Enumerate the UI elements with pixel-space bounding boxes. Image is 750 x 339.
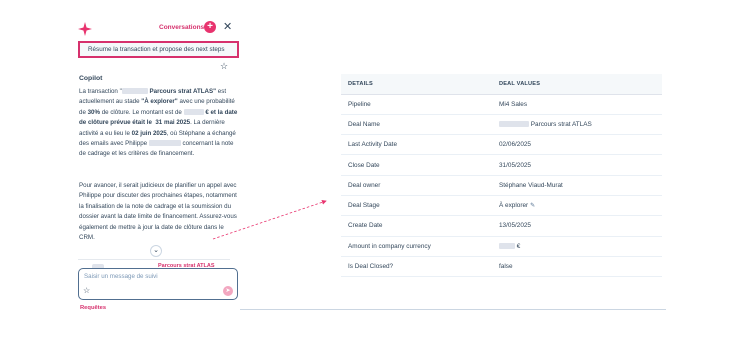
field-value: 13/05/2025 (492, 215, 662, 237)
field-label: Deal Name (341, 114, 492, 136)
field-label: Is Deal Closed? (341, 256, 492, 278)
copilot-next-steps-paragraph: Pour avancer, il serait judicieux de pla… (79, 182, 237, 242)
field-value: false (492, 256, 662, 278)
follow-up-input[interactable]: Saisir un message de suivi ☆ ➤ (78, 268, 238, 300)
send-icon[interactable]: ➤ (223, 286, 233, 296)
field-value: À explorer ✎ (492, 195, 662, 217)
column-header-deal-values: DEAL VALUES (492, 74, 662, 95)
new-conversation-button[interactable]: + (204, 21, 216, 33)
follow-up-placeholder: Saisir un message de suivi (84, 273, 158, 280)
table-row: Amount in company currency € (341, 236, 662, 257)
redacted-text (121, 88, 148, 95)
field-value: 02/06/2025 (492, 134, 662, 156)
field-label: Create Date (341, 215, 492, 237)
deal-name-value: Parcours strat ATLAS (530, 120, 592, 128)
field-label: Deal Stage (341, 195, 492, 217)
field-value: 31/05/2025 (492, 154, 662, 176)
chevron-down-icon[interactable]: ⌄ (150, 245, 162, 257)
edit-icon[interactable]: ✎ (530, 203, 535, 209)
table-row: Pipeline Mi4 Sales (341, 94, 662, 115)
redacted-text (148, 140, 181, 147)
amount-value: € (516, 242, 521, 250)
field-value: Mi4 Sales (492, 94, 662, 115)
table-row: Create Date 13/05/2025 (341, 215, 662, 237)
deal-details-table: DETAILS DEAL VALUES Pipeline Mi4 Sales D… (341, 74, 662, 278)
conversations-link[interactable]: Conversations (159, 24, 204, 31)
redacted-text (499, 121, 529, 128)
field-label: Amount in company currency (341, 236, 492, 257)
field-label: Close Date (341, 154, 492, 176)
field-value: Stéphane Viaud-Murat (492, 175, 662, 196)
sparkle-icon (78, 22, 92, 36)
panel-header: Conversations + ✕ (72, 20, 242, 40)
star-outline-icon[interactable]: ☆ (220, 61, 228, 72)
close-icon[interactable]: ✕ (223, 20, 232, 34)
field-label: Last Activity Date (341, 134, 492, 156)
copilot-title: Copilot (79, 75, 103, 82)
field-label: Pipeline (341, 94, 492, 115)
prompt-message: Résume la transaction et propose des nex… (78, 41, 239, 58)
table-row: Is Deal Closed? false (341, 256, 662, 278)
redacted-text (499, 243, 515, 250)
column-header-details: DETAILS (341, 74, 492, 95)
deal-stage-value: À explorer (499, 202, 529, 210)
table-row: Deal Name Parcours strat ATLAS (341, 114, 662, 136)
table-row: Last Activity Date 02/06/2025 (341, 134, 662, 156)
field-label: Deal owner (341, 175, 492, 196)
copilot-summary-paragraph: La transaction " Parcours strat ATLAS" e… (79, 88, 238, 158)
table-row: Close Date 31/05/2025 (341, 154, 662, 176)
table-header-row: DETAILS DEAL VALUES (341, 74, 662, 95)
requetes-link[interactable]: Requêtes (80, 305, 106, 311)
field-value: Parcours strat ATLAS (492, 114, 662, 136)
table-row: Deal Stage À explorer ✎ (341, 195, 662, 217)
table-row: Deal owner Stéphane Viaud-Murat (341, 175, 662, 196)
divider (240, 309, 666, 310)
field-value: € (492, 236, 662, 257)
copilot-panel: Conversations + ✕ Résume la transaction … (72, 14, 242, 314)
redacted-text (183, 109, 204, 116)
star-outline-icon[interactable]: ☆ (83, 286, 90, 295)
